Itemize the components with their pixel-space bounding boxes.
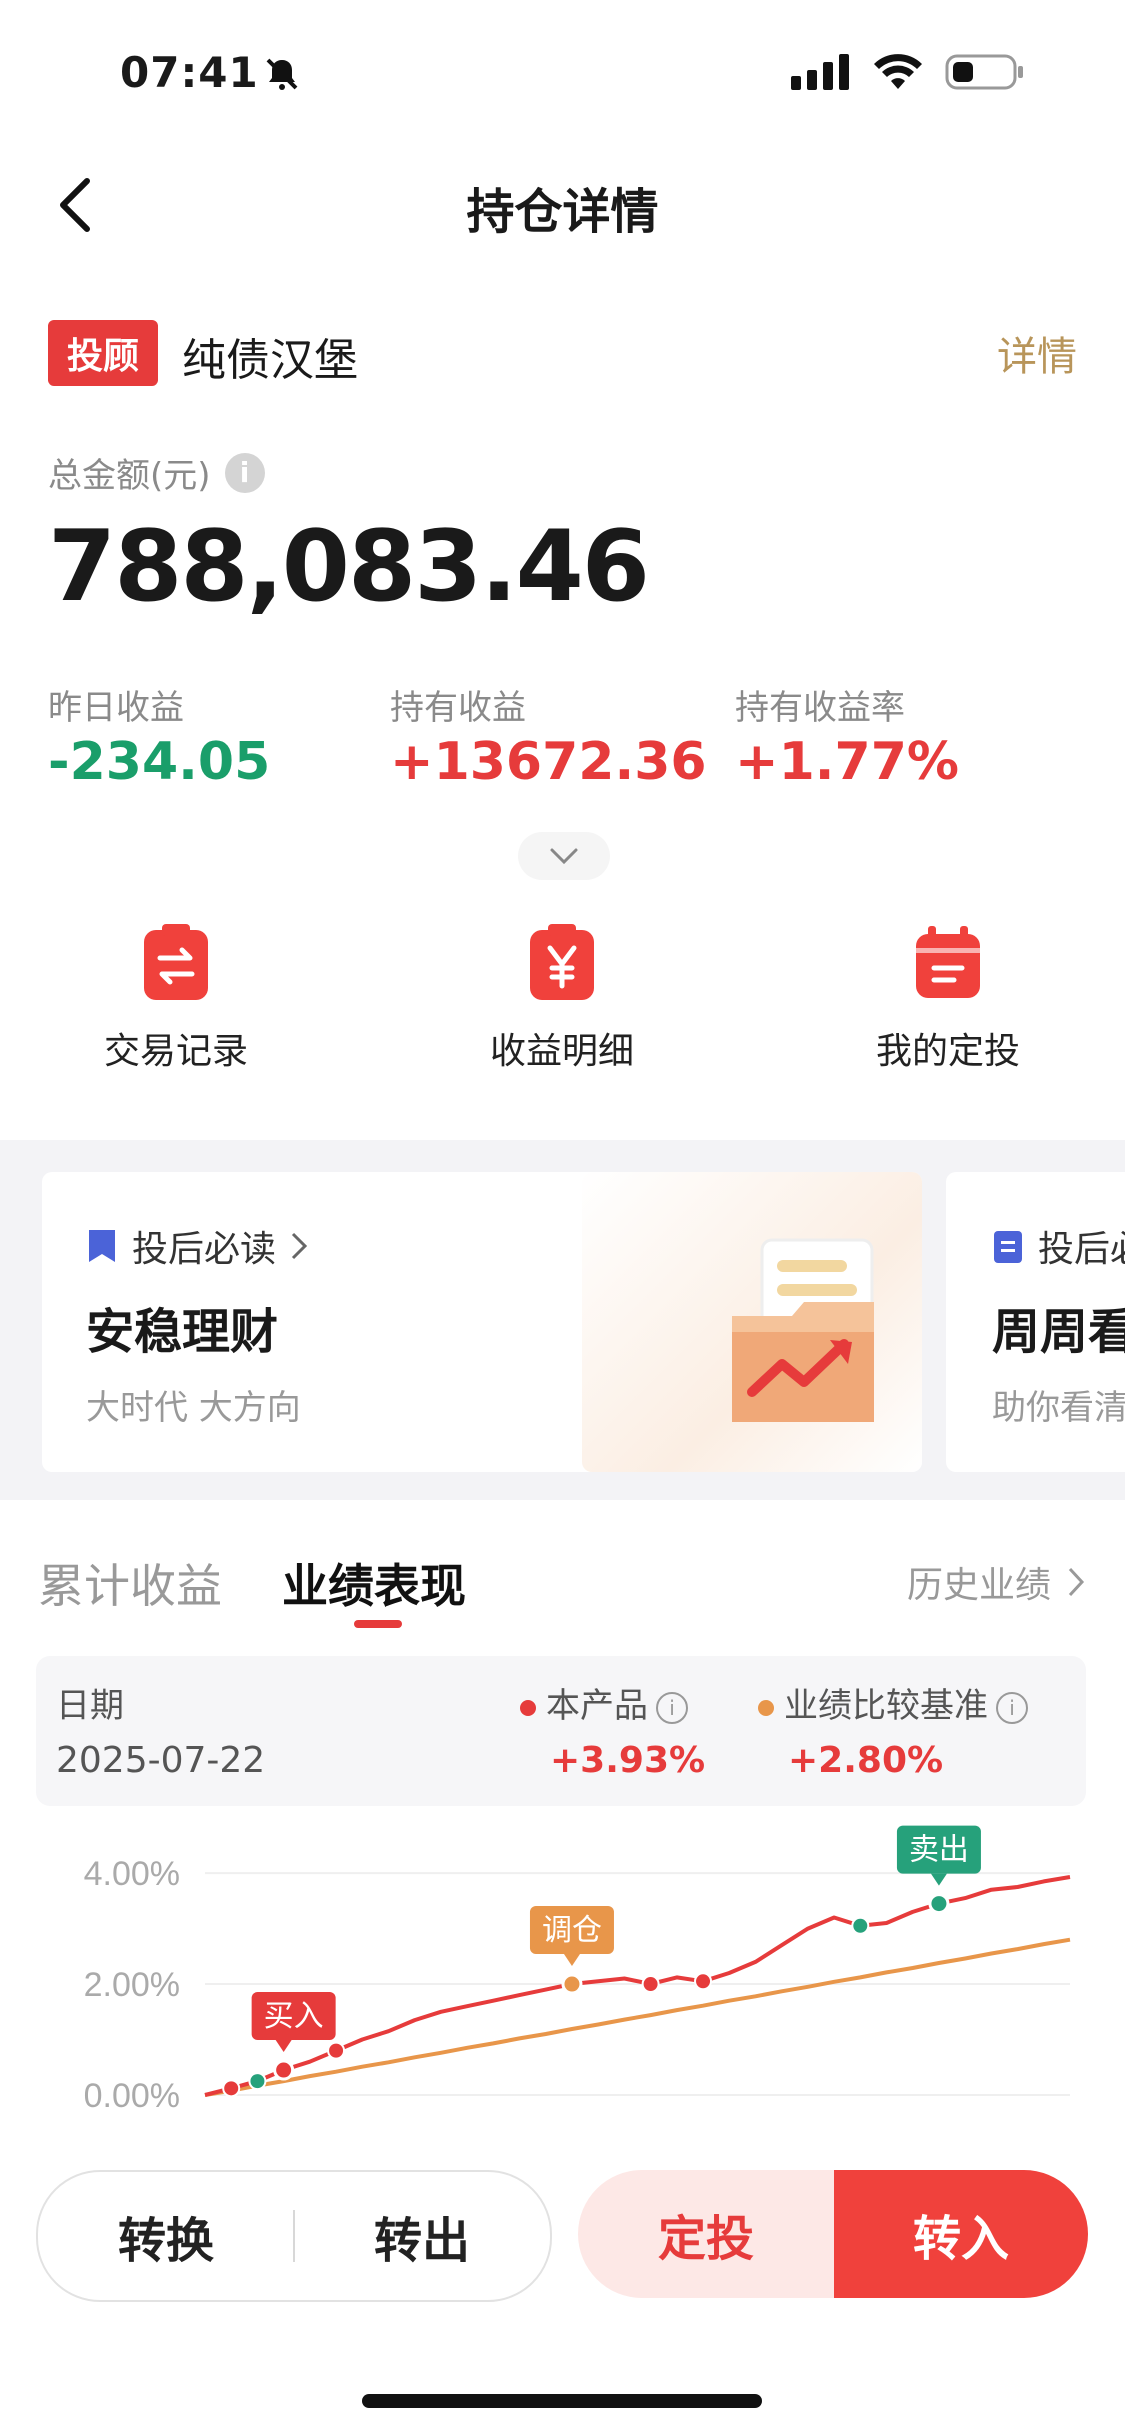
chevron-right-icon — [291, 1232, 308, 1260]
date-label: 日期 — [56, 1686, 124, 1726]
y-tick-label: 0.00% — [84, 2077, 180, 2115]
trade-marker-label: 卖出 — [909, 1833, 969, 1868]
quick-action-earnings-detail[interactable]: 收益明细 — [432, 920, 692, 1074]
detail-link[interactable]: 详情 — [997, 324, 1077, 382]
home-indicator[interactable] — [362, 2394, 762, 2408]
tab-performance[interactable]: 业绩表现 — [282, 1550, 466, 1616]
trade-dot — [248, 2072, 267, 2091]
product-legend: 本产品 i — [520, 1678, 688, 1727]
status-time: 07:41 — [120, 48, 259, 97]
calendar-icon — [912, 920, 984, 1004]
holding-return-rate-value: +1.77% — [735, 732, 959, 792]
card-title: 周周看 — [992, 1304, 1125, 1360]
history-performance-label: 历史业绩 — [906, 1565, 1051, 1606]
quick-action-trade-records[interactable]: 交易记录 — [46, 920, 306, 1074]
trade-marker-label: 调仓 — [542, 1913, 602, 1948]
quick-action-label: 我的定投 — [875, 1031, 1020, 1072]
page-title: 持仓详情 — [466, 184, 659, 240]
info-icon[interactable]: i — [224, 452, 265, 493]
clipboard-icon — [994, 1231, 1022, 1263]
holding-earnings-value: +13672.36 — [390, 732, 707, 792]
benchmark-legend: 业绩比较基准 i — [758, 1678, 1028, 1727]
chevron-right-icon — [1068, 1567, 1085, 1597]
yesterday-earnings-label: 昨日收益 — [48, 688, 184, 728]
yuan-receipt-icon — [526, 920, 598, 1004]
benchmark-legend-label: 业绩比较基准 — [784, 1686, 988, 1726]
trade-dot — [222, 2079, 241, 2098]
trade-dot — [641, 1975, 660, 1994]
exchange-icon — [140, 920, 212, 1004]
holding-return-rate-label: 持有收益率 — [735, 688, 905, 728]
trade-marker-label: 买入 — [264, 1999, 324, 2034]
folder-growth-chart-illustration — [732, 1238, 874, 1422]
bookmark-icon — [89, 1230, 115, 1262]
info-icon[interactable]: i — [656, 1691, 688, 1724]
total-amount-value: 788,083.46 — [48, 510, 650, 624]
y-tick-label: 4.00% — [84, 1855, 180, 1893]
active-tab-indicator — [354, 1620, 402, 1628]
trade-marker-dot — [273, 2059, 295, 2081]
product-type-tag: 投顾 — [48, 320, 158, 386]
article-card[interactable]: 投后必读 安稳理财 大时代 大方向 — [42, 1172, 922, 1472]
secondary-actions: 转换 转出 — [36, 2170, 552, 2302]
benchmark-return-value: +2.80% — [788, 1740, 944, 1781]
chart-legend-box: 日期 2025-07-22 本产品 i +3.93% 业绩比较基准 i +2.80% — [36, 1656, 1086, 1806]
quick-action-label: 交易记录 — [103, 1031, 248, 1072]
trade-marker-pointer — [930, 1873, 947, 1886]
primary-actions: 定投 转入 — [578, 2170, 1088, 2298]
expand-button[interactable] — [518, 832, 610, 880]
trade-marker-pointer — [563, 1954, 580, 1967]
trade-marker-pointer — [275, 2040, 292, 2053]
status-icons — [791, 52, 1025, 92]
trade-dot — [851, 1916, 870, 1935]
holding-earnings-label: 持有收益 — [390, 688, 526, 728]
total-amount-label: 总金额(元) i — [48, 448, 265, 497]
quick-action-label: 收益明细 — [489, 1031, 634, 1072]
product-legend-label: 本产品 — [546, 1686, 648, 1726]
y-tick-label: 2.00% — [84, 1966, 180, 2004]
card-subtitle: 助你看清 — [992, 1388, 1125, 1428]
tab-cumulative-earnings[interactable]: 累计收益 — [38, 1550, 222, 1616]
cellular-signal-icon — [791, 54, 849, 90]
auto-invest-button[interactable]: 定投 — [578, 2170, 834, 2298]
product-return-value: +3.93% — [550, 1740, 706, 1781]
transfer-in-button[interactable]: 转入 — [834, 2170, 1088, 2298]
quick-action-my-auto-invest[interactable]: 我的定投 — [818, 920, 1078, 1074]
article-card[interactable]: 投后必 周周看 助你看清 — [946, 1172, 1125, 1472]
date-value: 2025-07-22 — [56, 1740, 266, 1781]
trade-marker-dot — [928, 1893, 950, 1915]
battery-icon — [945, 54, 1023, 90]
total-amount-label-text: 总金额(元) — [48, 456, 211, 496]
transfer-out-button[interactable]: 转出 — [294, 2172, 550, 2300]
trade-dot — [694, 1972, 713, 1991]
performance-line-chart[interactable]: 4.00% 2.00% 0.00% 买入 调仓 卖出 — [0, 1820, 1125, 2120]
trade-dot — [327, 2041, 346, 2060]
info-icon[interactable]: i — [996, 1691, 1028, 1724]
product-legend-dot — [520, 1699, 536, 1716]
convert-button[interactable]: 转换 — [38, 2172, 294, 2300]
trade-marker-dot — [561, 1973, 583, 1995]
product-name: 纯债汉堡 — [182, 335, 358, 386]
card-subtitle: 大时代 大方向 — [86, 1388, 301, 1428]
chevron-down-icon — [550, 848, 578, 865]
bell-muted-icon — [262, 54, 302, 98]
history-performance-link[interactable]: 历史业绩 — [907, 1556, 1085, 1608]
wifi-icon — [874, 54, 922, 89]
yesterday-earnings-value: -234.05 — [48, 732, 271, 792]
card-title: 安稳理财 — [86, 1304, 279, 1360]
benchmark-legend-dot — [758, 1699, 774, 1716]
